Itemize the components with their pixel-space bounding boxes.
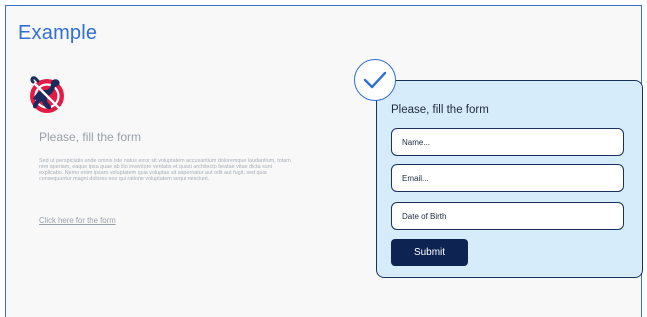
intro-paragraph: Sed ut perspiciatis unde omnis iste natu… (39, 158, 291, 183)
check-badge (354, 59, 396, 101)
form-card: Please, fill the form Submit (376, 80, 643, 278)
left-heading: Please, fill the form (39, 130, 142, 144)
name-field[interactable] (391, 128, 624, 156)
email-field[interactable] (391, 164, 624, 192)
page-title: Example (18, 22, 98, 44)
submit-button[interactable]: Submit (391, 239, 468, 266)
page-frame: Example Please, fill the form Sed ut per… (5, 5, 643, 317)
no-pets-icon (30, 76, 64, 113)
checkmark-icon (363, 71, 387, 89)
form-title: Please, fill the form (391, 104, 489, 116)
form-link[interactable]: Click here for the form (39, 216, 116, 225)
date-of-birth-field[interactable] (391, 202, 624, 230)
